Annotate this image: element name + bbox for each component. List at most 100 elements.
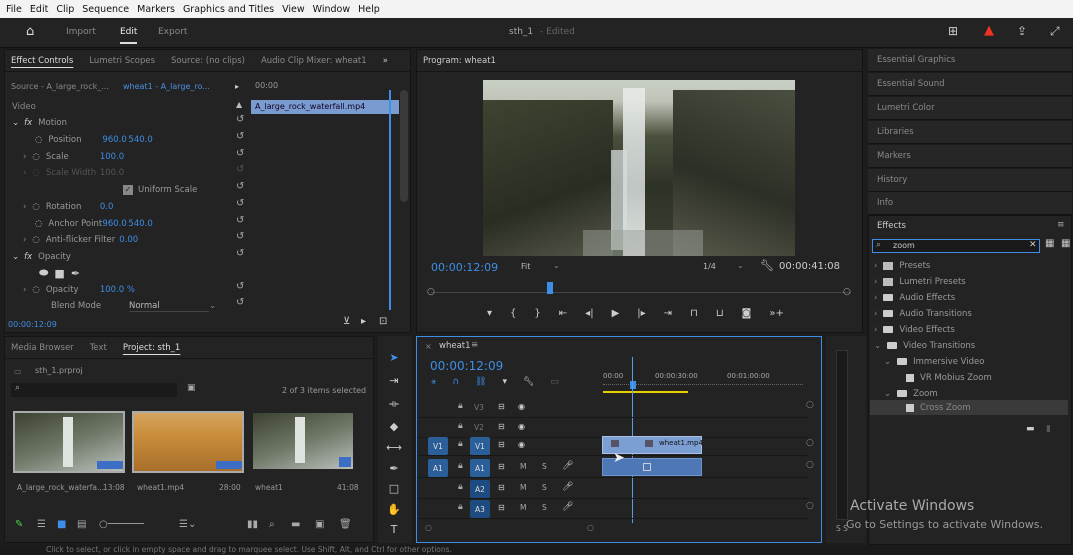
play-only-icon[interactable]: ▸ (361, 316, 366, 327)
stopwatch-icon[interactable]: ◌ (32, 235, 39, 245)
reset-anchor-icon[interactable]: ↺ (236, 215, 244, 226)
tab-text[interactable]: Text (90, 343, 107, 353)
timeline-playhead-head[interactable] (630, 381, 636, 389)
eye-icon[interactable]: ◉ (518, 440, 525, 449)
solo-button[interactable]: S (542, 483, 547, 492)
tab-audio-clip-mixer[interactable]: Audio Clip Mixer: wheat1 (261, 56, 367, 66)
selection-tool-icon[interactable]: ➤ (386, 350, 402, 366)
menu-window[interactable]: Window (313, 4, 350, 15)
nest-icon[interactable]: ⚹ (431, 377, 436, 389)
trash-icon[interactable]: 🗑︎ (339, 519, 352, 530)
sync-lock-icon[interactable]: ⊟ (498, 440, 505, 449)
ec-playhead[interactable] (389, 90, 391, 310)
effects-title[interactable]: Effects (877, 221, 906, 231)
stopwatch-icon[interactable]: ◌ (32, 285, 39, 295)
lock-icon[interactable]: 🔒︎ (458, 439, 463, 449)
ellipse-mask-icon[interactable]: ⬬ (39, 266, 48, 280)
program-video-frame[interactable] (483, 80, 795, 256)
stopwatch-icon[interactable]: ◌ (32, 202, 39, 212)
sync-lock-icon[interactable]: ⊟ (498, 503, 505, 512)
more-tabs-icon[interactable]: » (383, 56, 388, 66)
thumbnail-wheat[interactable] (132, 411, 244, 473)
work-area-bar[interactable] (603, 391, 688, 393)
solo-button[interactable]: S (542, 503, 547, 512)
icon-view-icon[interactable]: ■ (57, 519, 66, 530)
reset-opacity-icon[interactable]: ↺ (236, 281, 244, 292)
thumbnail-sequence[interactable] (253, 413, 353, 469)
effects-audio-transitions[interactable]: › Audio Transitions (874, 306, 972, 321)
lock-icon[interactable]: 🔒︎ (458, 421, 463, 431)
mute-button[interactable]: M (520, 483, 526, 492)
go-to-in-icon[interactable]: ⇤ (559, 308, 567, 324)
eye-icon[interactable]: ◉ (518, 402, 525, 411)
program-timecode[interactable]: 00:00:12:09 (431, 261, 498, 274)
effects-video-effects[interactable]: › Video Effects (874, 322, 955, 337)
reset-antiflicker-icon[interactable]: ↺ (236, 231, 244, 242)
collapse-icon[interactable]: ▲ (236, 100, 242, 109)
menu-markers[interactable]: Markers (137, 4, 175, 15)
find-icon[interactable]: ⌕ (269, 519, 275, 530)
motion-row[interactable]: ⌄ fx Motion (12, 115, 67, 131)
sync-lock-icon[interactable]: ⊟ (498, 462, 505, 471)
opacity-section-row[interactable]: ⌄ fx Opacity (12, 249, 71, 265)
lock-icon[interactable]: 🔒︎ (458, 482, 463, 492)
pen-tool-icon[interactable]: ✒ (386, 461, 402, 477)
history-panel[interactable]: History (868, 169, 1072, 192)
menu-edit[interactable]: Edit (30, 4, 48, 15)
sync-lock-icon[interactable]: ⊟ (498, 422, 505, 431)
effects-zoom-folder[interactable]: ⌄ Zoom (884, 386, 938, 401)
ec-clip-bar[interactable]: A_large_rock_waterfall.mp4 (251, 100, 399, 114)
position-y[interactable]: 540.0 (128, 135, 152, 145)
hand-tool-icon[interactable]: ✋ (386, 502, 402, 518)
opacity-value[interactable]: 100.0 % (100, 285, 135, 295)
edit-tab[interactable]: Edit (120, 27, 138, 44)
reset-opacity-section-icon[interactable]: ↺ (236, 248, 244, 259)
slip-tool-icon[interactable]: ⟷ (386, 440, 402, 456)
sequence-tab[interactable]: wheat1 (439, 341, 471, 351)
step-forward-icon[interactable]: |▸ (637, 308, 645, 324)
program-title[interactable]: Program: wheat1 (423, 56, 496, 66)
stopwatch-icon[interactable]: ◌ (35, 219, 42, 229)
reset-scale-icon[interactable]: ↺ (236, 148, 244, 159)
anchor-y[interactable]: 540.0 (128, 219, 152, 229)
info-panel[interactable]: Info (868, 192, 1072, 215)
play-icon[interactable]: ▶ (612, 308, 620, 324)
libraries-panel[interactable]: Libraries (868, 121, 1072, 144)
export-frame-icon[interactable]: ⊡ (379, 316, 387, 327)
rotation-value[interactable]: 0.0 (100, 202, 114, 212)
import-tab[interactable]: Import (66, 27, 96, 37)
go-to-out-icon[interactable]: ⇥ (664, 308, 672, 324)
track-target-v1[interactable]: V1 (470, 437, 490, 455)
track-target-a1[interactable]: A1 (470, 459, 490, 477)
fit-dropdown[interactable]: Fit (521, 262, 530, 271)
captions-icon[interactable]: ▭ (550, 377, 559, 389)
source-label[interactable]: Source - A_large_rock_... (11, 82, 109, 91)
stopwatch-icon[interactable]: ◌ (32, 152, 39, 162)
new-item-icon[interactable]: ▣ (315, 519, 324, 530)
stopwatch-icon[interactable]: ◌ (35, 135, 42, 145)
blend-dropdown[interactable]: Normal (129, 301, 209, 312)
lock-icon[interactable]: 🔒︎ (458, 502, 463, 512)
tab-project[interactable]: Project: sth_1 (123, 343, 180, 353)
home-icon[interactable]: ⌂ (26, 24, 34, 39)
new-bin-icon[interactable]: ▬ (1026, 424, 1035, 434)
add-marker-icon[interactable]: ▾ (487, 308, 492, 324)
mute-button[interactable]: M (520, 503, 526, 512)
camera-icon[interactable]: ◙ (742, 308, 752, 324)
track-target-a3[interactable]: A3 (470, 500, 490, 518)
settings-wrench-icon[interactable]: 🔧︎ (760, 259, 774, 272)
timeline-settings-icon[interactable]: 🔧︎ (523, 377, 534, 389)
share-icon[interactable]: ⇪ (1017, 24, 1027, 38)
timeline-hscroll[interactable]: ○ ○ (425, 523, 805, 532)
new-bin-icon[interactable]: ▬ (291, 519, 300, 530)
warning-icon[interactable]: ▲ (984, 23, 994, 38)
menu-sequence[interactable]: Sequence (82, 4, 129, 15)
panel-menu-icon[interactable]: ≡ (471, 340, 478, 350)
filter-icon[interactable]: ⊻ (343, 316, 350, 327)
scale-value[interactable]: 100.0 (100, 152, 124, 162)
list-view-icon[interactable]: ☰ (37, 519, 46, 530)
mic-icon[interactable]: 🎤︎ (562, 461, 573, 471)
effects-presets[interactable]: › Presets (874, 258, 930, 273)
program-playhead[interactable] (547, 282, 553, 294)
thumbnail-waterfall[interactable] (13, 411, 125, 473)
